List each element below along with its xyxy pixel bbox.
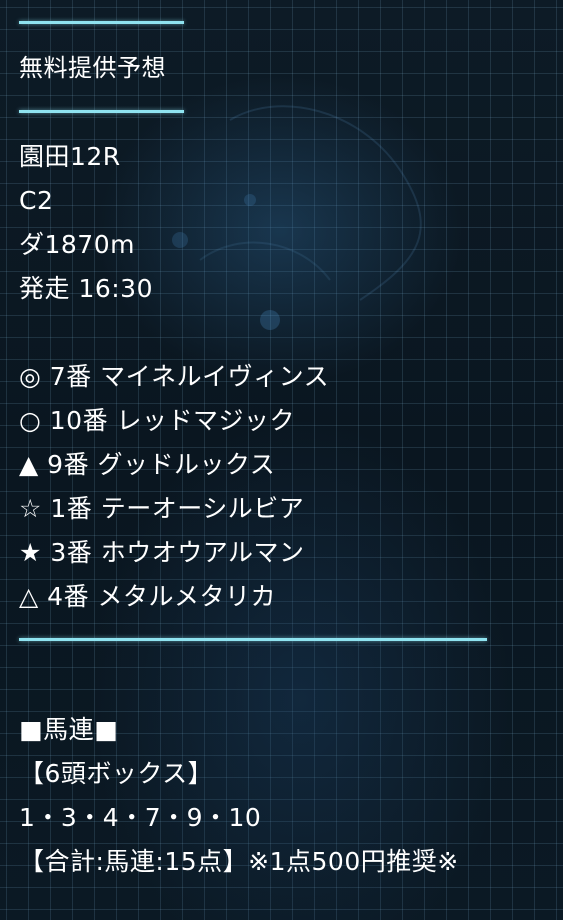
pick-renka: △ 4番 メタルメタリカ bbox=[19, 582, 277, 611]
picks-divider bbox=[19, 638, 487, 641]
pick-hoshi: ☆ 1番 テーオーシルビア bbox=[19, 494, 305, 523]
header-top-divider bbox=[19, 21, 184, 24]
pick-taikou: ○ 10番 レッドマジック bbox=[19, 406, 296, 435]
bet-numbers: 1・3・4・7・9・10 bbox=[19, 803, 262, 832]
pick-honmei: ◎ 7番 マイネルイヴィンス bbox=[19, 362, 330, 391]
header-bottom-divider bbox=[19, 110, 184, 113]
bet-summary: 【合計:馬連:15点】※1点500円推奨※ bbox=[19, 847, 459, 876]
pick-kuroboshi: ★ 3番 ホウオウアルマン bbox=[19, 538, 305, 567]
race-start-time: 発走 16:30 bbox=[19, 274, 153, 303]
bet-type: ■馬連■ bbox=[19, 715, 119, 744]
race-distance: ダ1870m bbox=[19, 230, 135, 259]
race-venue: 園田12R bbox=[19, 142, 121, 171]
bet-format: 【6頭ボックス】 bbox=[19, 759, 214, 788]
race-class: C2 bbox=[19, 186, 54, 215]
header-title: 無料提供予想 bbox=[19, 54, 166, 82]
pick-tanana: ▲ 9番 グッドルックス bbox=[19, 450, 276, 479]
